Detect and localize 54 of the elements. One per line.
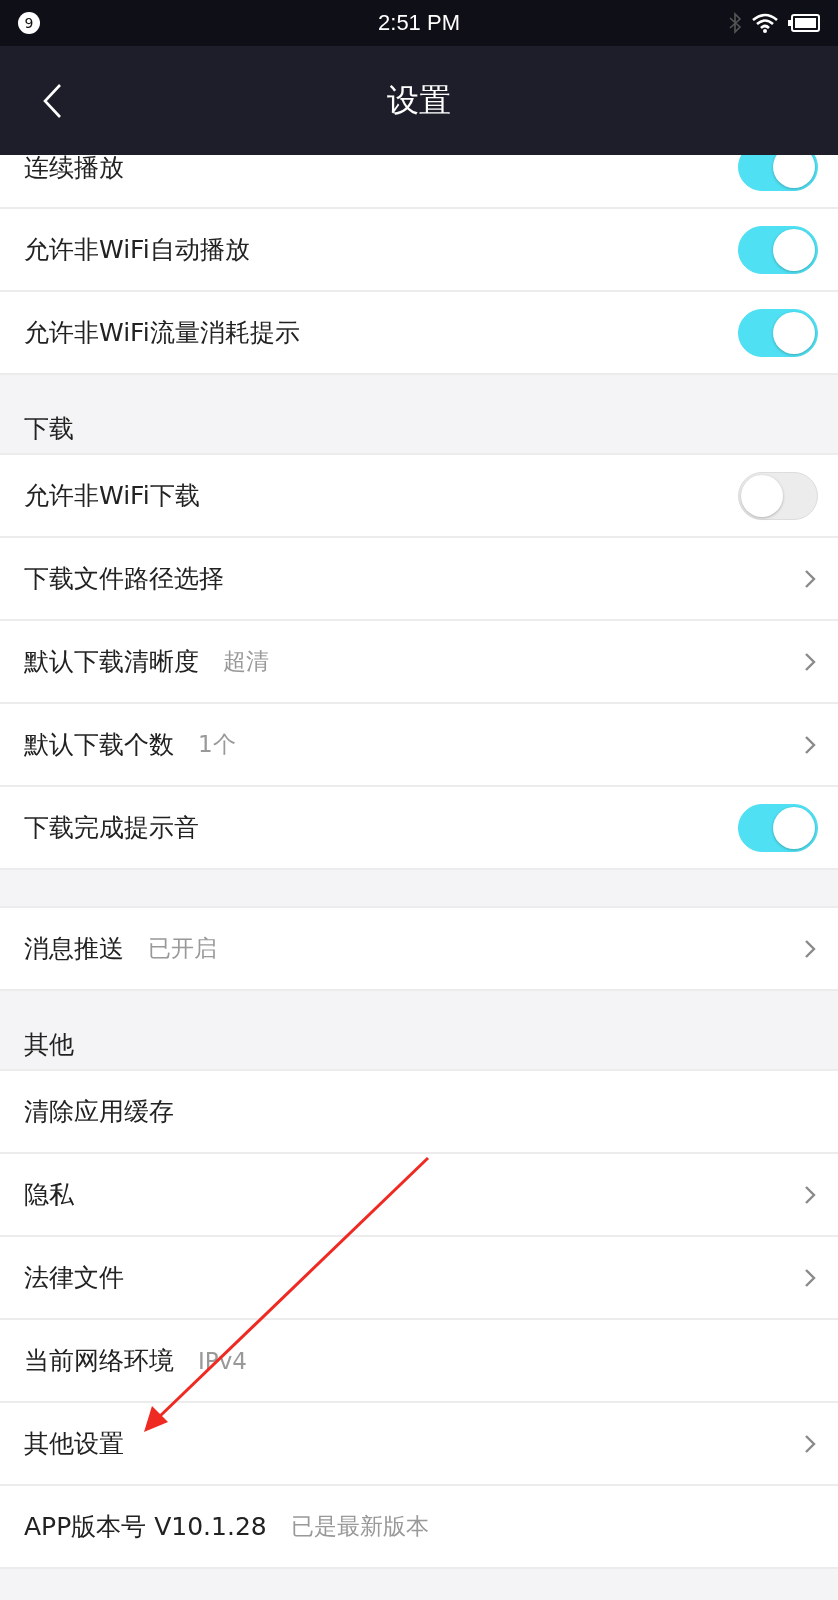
- chevron-icon: [804, 651, 816, 672]
- row-label: 允许非WiFi下载: [24, 480, 200, 512]
- row-label: 消息推送: [24, 933, 124, 965]
- settings-row[interactable]: 下载文件路径选择: [0, 538, 838, 621]
- back-icon[interactable]: [42, 82, 62, 119]
- row-value: 1个: [198, 730, 236, 759]
- toggle-switch[interactable]: [738, 155, 818, 191]
- row-label: 法律文件: [24, 1262, 124, 1294]
- bluetooth-icon: [728, 12, 742, 34]
- wifi-icon: [752, 13, 778, 33]
- row-label: 默认下载清晰度: [24, 646, 199, 678]
- row-label: 其他设置: [24, 1428, 124, 1460]
- settings-row[interactable]: 默认下载个数 1个: [0, 704, 838, 787]
- status-time: 2:51 PM: [378, 10, 460, 36]
- chevron-icon: [804, 734, 816, 755]
- settings-row[interactable]: 消息推送 已开启: [0, 908, 838, 991]
- battery-icon: [788, 13, 820, 33]
- settings-row[interactable]: 允许非WiFi流量消耗提示: [0, 292, 838, 375]
- settings-row[interactable]: 法律文件: [0, 1237, 838, 1320]
- row-value: 超清: [223, 647, 269, 676]
- settings-row[interactable]: 连续播放: [0, 155, 838, 209]
- row-value: 已是最新版本: [290, 1512, 429, 1541]
- toggle-switch[interactable]: [738, 225, 818, 274]
- chevron-icon: [804, 1267, 816, 1288]
- row-label: 当前网络环境: [24, 1345, 174, 1377]
- row-label: APP版本号 V10.1.28: [24, 1511, 267, 1543]
- row-label: 默认下载个数: [24, 729, 174, 761]
- row-label: 清除应用缓存: [24, 1096, 174, 1128]
- settings-row[interactable]: 隐私: [0, 1154, 838, 1237]
- row-label: 下载完成提示音: [24, 812, 199, 844]
- chevron-icon: [804, 1433, 816, 1454]
- row-label: 下载文件路径选择: [24, 563, 224, 595]
- settings-row[interactable]: 允许非WiFi自动播放: [0, 209, 838, 292]
- row-label: 连续播放: [24, 152, 124, 184]
- row-label: 允许非WiFi流量消耗提示: [24, 317, 300, 349]
- toggle-switch[interactable]: [738, 471, 818, 520]
- settings-row[interactable]: 清除应用缓存: [0, 1071, 838, 1154]
- settings-row[interactable]: 默认下载清晰度 超清: [0, 621, 838, 704]
- chevron-icon: [804, 568, 816, 589]
- settings-row[interactable]: 允许非WiFi下载: [0, 455, 838, 538]
- settings-row[interactable]: 其他设置: [0, 1403, 838, 1486]
- section-header: 其他: [24, 1029, 74, 1061]
- section-header: 下载: [24, 413, 74, 445]
- row-value: 已开启: [148, 934, 217, 963]
- settings-row[interactable]: APP版本号 V10.1.28 已是最新版本: [0, 1486, 838, 1569]
- notification-badge: 9: [18, 12, 40, 34]
- toggle-switch[interactable]: [738, 803, 818, 852]
- row-label: 允许非WiFi自动播放: [24, 234, 250, 266]
- toggle-switch[interactable]: [738, 308, 818, 357]
- chevron-icon: [804, 1184, 816, 1205]
- page-title: 设置: [386, 79, 452, 121]
- chevron-icon: [804, 938, 816, 959]
- row-label: 隐私: [24, 1179, 74, 1211]
- settings-row[interactable]: 下载完成提示音: [0, 787, 838, 870]
